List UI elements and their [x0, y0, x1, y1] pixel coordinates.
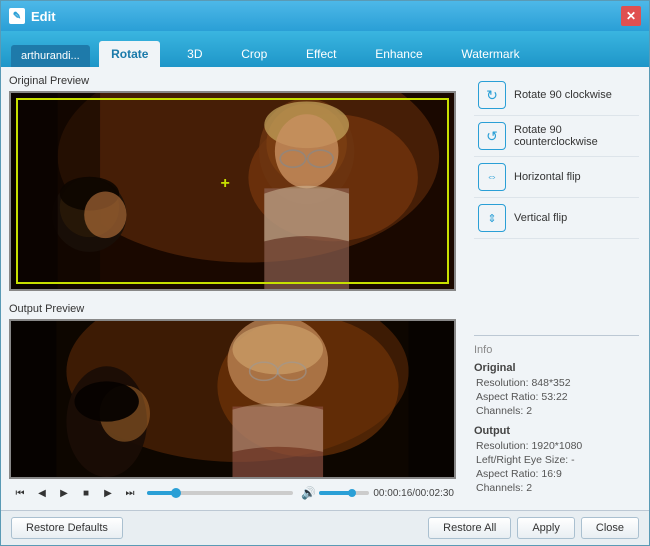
rotate-cw-button[interactable]: ↻ Rotate 90 clockwise — [474, 75, 639, 116]
output-info-group: Output Resolution: 1920*1080 Left/Right … — [474, 425, 639, 494]
output-preview-video — [9, 319, 456, 479]
bottom-bar: Restore Defaults Restore All Apply Close — [1, 510, 649, 545]
tab-crop[interactable]: Crop — [229, 41, 279, 67]
seek-bar[interactable] — [147, 491, 293, 495]
main-area: Original Preview — [1, 67, 464, 510]
output-lr-size: Left/Right Eye Size: - — [474, 454, 639, 466]
original-aspect: Aspect Ratio: 53:22 — [474, 391, 639, 403]
original-channels: Channels: 2 — [474, 405, 639, 417]
original-video-scene — [11, 93, 454, 289]
restore-all-button[interactable]: Restore All — [428, 517, 511, 539]
nav-tabs: Rotate 3D Crop Effect Enhance Watermark — [92, 41, 539, 67]
h-flip-button[interactable]: ⇔ Horizontal flip — [474, 157, 639, 198]
title-bar: ✎ Edit ✕ — [1, 1, 649, 31]
tab-enhance[interactable]: Enhance — [363, 41, 434, 67]
volume-bar[interactable] — [319, 491, 369, 495]
skip-fwd-button[interactable]: ⏭ — [121, 484, 139, 502]
original-preview-video — [9, 91, 456, 291]
play-button[interactable]: ▶ — [55, 484, 73, 502]
right-panel: ↻ Rotate 90 clockwise ↺ Rotate 90 counte… — [464, 67, 649, 510]
output-info-label: Output — [474, 425, 639, 437]
stop-button[interactable]: ■ — [77, 484, 95, 502]
rotate-ccw-button[interactable]: ↺ Rotate 90 counterclockwise — [474, 116, 639, 157]
v-flip-button[interactable]: ⇕ Vertical flip — [474, 198, 639, 239]
h-flip-label: Horizontal flip — [514, 171, 581, 183]
info-panel: Info Original Resolution: 848*352 Aspect… — [474, 335, 639, 502]
tab-rotate[interactable]: Rotate — [99, 41, 160, 67]
playback-bar: ⏮ ◀ ▶ ■ ▶ ⏭ 🔊 — [9, 484, 456, 502]
time-display: 00:00:16/00:02:30 — [373, 488, 454, 499]
output-resolution: Resolution: 1920*1080 — [474, 440, 639, 452]
tab-watermark[interactable]: Watermark — [449, 41, 531, 67]
original-preview-label: Original Preview — [9, 75, 456, 87]
output-aspect: Aspect Ratio: 16:9 — [474, 468, 639, 480]
output-preview-label: Output Preview — [9, 303, 456, 315]
close-window-button[interactable]: ✕ — [621, 6, 641, 26]
v-flip-icon: ⇕ — [478, 204, 506, 232]
output-channels: Channels: 2 — [474, 482, 639, 494]
rotate-ccw-icon: ↺ — [478, 122, 506, 150]
restore-defaults-button[interactable]: Restore Defaults — [11, 517, 123, 539]
info-title: Info — [474, 344, 639, 356]
prev-frame-button[interactable]: ◀ — [33, 484, 51, 502]
h-flip-icon: ⇔ — [478, 163, 506, 191]
next-frame-button[interactable]: ▶ — [99, 484, 117, 502]
main-window: ✎ Edit ✕ arthurandi... Rotate 3D Crop Ef… — [0, 0, 650, 546]
tab-3d[interactable]: 3D — [175, 41, 214, 67]
apply-button[interactable]: Apply — [517, 517, 575, 539]
window-icon: ✎ — [9, 8, 25, 24]
window-title: Edit — [31, 9, 621, 24]
scene-svg — [11, 93, 454, 289]
v-flip-label: Vertical flip — [514, 212, 567, 224]
content-area: Original Preview — [1, 67, 649, 510]
output-preview-section: Output Preview — [9, 303, 456, 502]
output-scene-svg — [11, 321, 454, 477]
rotate-ccw-label: Rotate 90 counterclockwise — [514, 124, 635, 148]
file-tab[interactable]: arthurandi... — [11, 45, 90, 67]
original-info-label: Original — [474, 362, 639, 374]
rotate-cw-icon: ↻ — [478, 81, 506, 109]
seek-thumb[interactable] — [171, 488, 181, 498]
tab-effect[interactable]: Effect — [294, 41, 348, 67]
skip-back-button[interactable]: ⏮ — [11, 484, 29, 502]
rotate-cw-label: Rotate 90 clockwise — [514, 89, 612, 101]
close-button[interactable]: Close — [581, 517, 639, 539]
volume-area: 🔊 — [301, 486, 369, 500]
volume-icon: 🔊 — [301, 486, 316, 500]
volume-thumb[interactable] — [348, 489, 356, 497]
tab-bar: arthurandi... Rotate 3D Crop Effect Enha… — [1, 31, 649, 67]
original-preview-section: Original Preview — [9, 75, 456, 297]
original-info-group: Original Resolution: 848*352 Aspect Rati… — [474, 362, 639, 417]
original-resolution: Resolution: 848*352 — [474, 377, 639, 389]
